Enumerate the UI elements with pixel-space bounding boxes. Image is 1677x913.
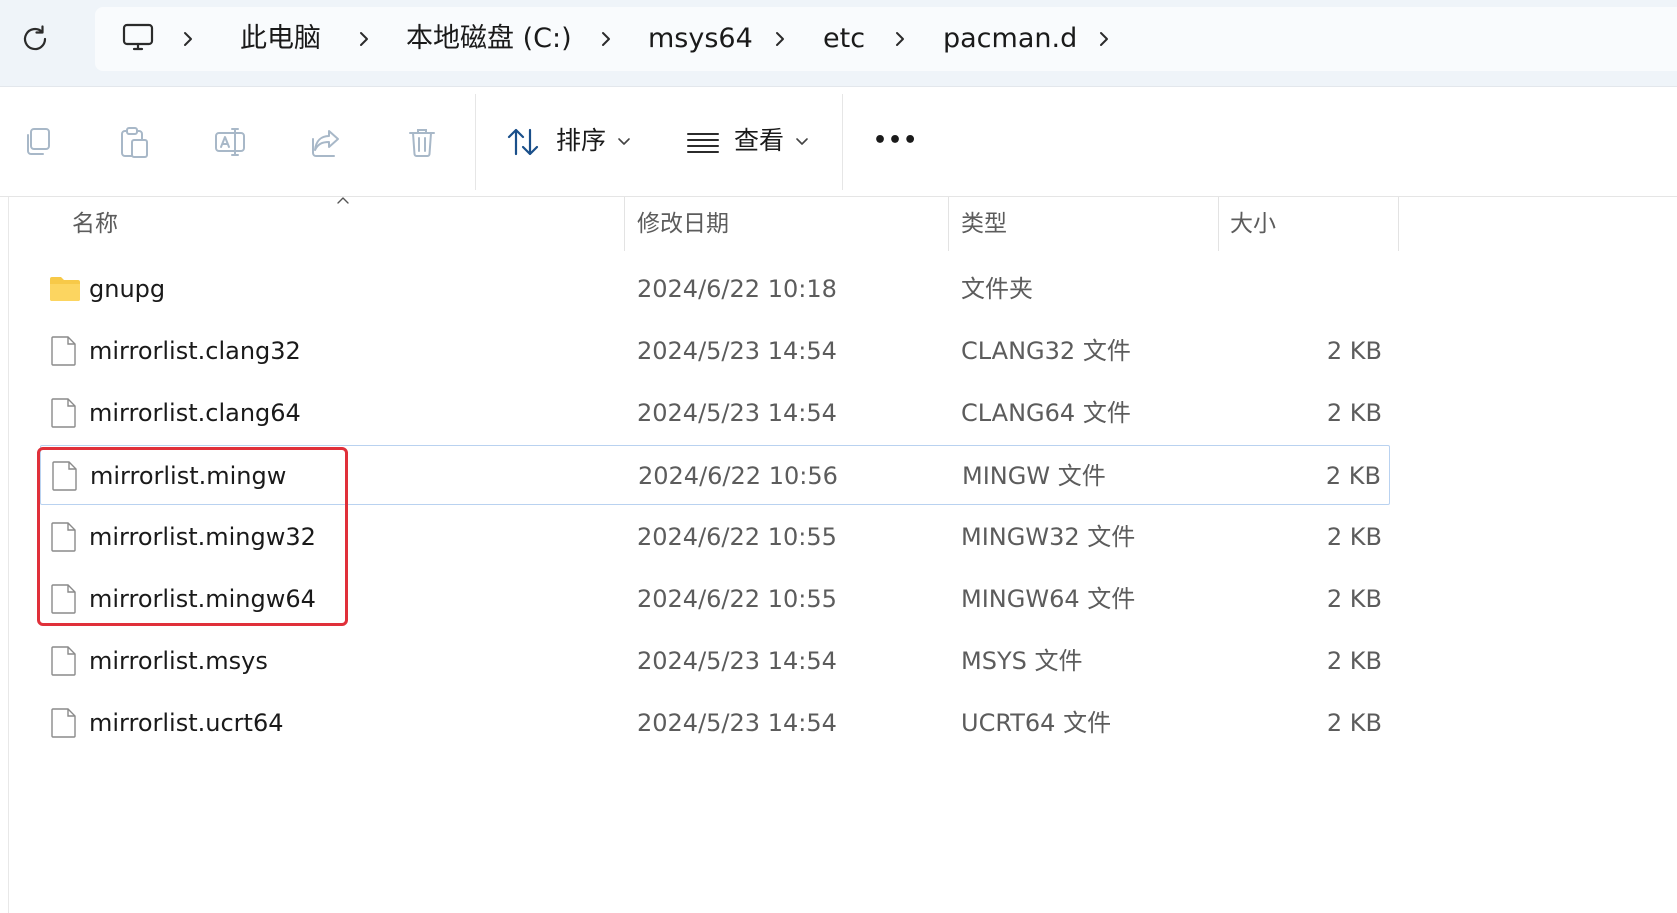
folder-icon — [50, 277, 80, 301]
column-header-date[interactable]: 修改日期 — [637, 197, 729, 251]
breadcrumb-local-disk[interactable]: 本地磁盘 (C:) — [406, 7, 572, 71]
file-size: 2 KB — [1326, 585, 1382, 613]
file-icon — [51, 522, 76, 552]
file-icon — [52, 461, 77, 491]
paste-icon[interactable] — [117, 125, 151, 159]
file-size: 2 KB — [1325, 462, 1381, 490]
sort-icon[interactable] — [506, 125, 540, 159]
this-pc-icon[interactable] — [121, 21, 155, 55]
file-type: CLANG64 文件 — [961, 399, 1131, 427]
file-icon — [51, 584, 76, 614]
share-icon[interactable] — [309, 125, 343, 159]
file-icon — [51, 646, 76, 676]
chevron-down-icon[interactable] — [795, 136, 809, 146]
address-bar: 此电脑 本地磁盘 (C:) msys64 etc pacman.d — [0, 0, 1677, 87]
list-item[interactable]: mirrorlist.ucrt64 2024/5/23 14:54 UCRT64… — [40, 693, 1390, 753]
file-icon — [51, 708, 76, 738]
more-options-button[interactable]: ••• — [873, 123, 918, 159]
file-date: 2024/5/23 14:54 — [637, 399, 837, 427]
list-item[interactable]: mirrorlist.mingw32 2024/6/22 10:55 MINGW… — [40, 507, 1390, 567]
column-resizer[interactable] — [624, 197, 625, 251]
list-item[interactable]: gnupg 2024/6/22 10:18 文件夹 — [40, 259, 1390, 319]
file-size: 2 KB — [1326, 647, 1382, 675]
file-type: CLANG32 文件 — [961, 337, 1131, 365]
file-type: MSYS 文件 — [961, 647, 1083, 675]
delete-icon[interactable] — [405, 125, 439, 159]
file-size: 2 KB — [1326, 337, 1382, 365]
copy-icon[interactable] — [22, 125, 56, 159]
view-icon[interactable] — [686, 125, 720, 159]
toolbar-divider — [842, 94, 843, 190]
breadcrumb-pacman-d[interactable]: pacman.d — [943, 7, 1077, 71]
file-size: 2 KB — [1326, 709, 1382, 737]
file-date: 2024/5/23 14:54 — [637, 647, 837, 675]
refresh-icon[interactable] — [18, 22, 52, 56]
file-name[interactable]: mirrorlist.ucrt64 — [89, 693, 283, 753]
file-size: 2 KB — [1326, 399, 1382, 427]
list-item[interactable]: mirrorlist.clang64 2024/5/23 14:54 CLANG… — [40, 383, 1390, 443]
column-header-size[interactable]: 大小 — [1230, 197, 1276, 251]
file-size: 2 KB — [1326, 523, 1382, 551]
file-date: 2024/6/22 10:55 — [637, 585, 837, 613]
chevron-right-icon[interactable] — [1095, 30, 1113, 48]
file-date: 2024/5/23 14:54 — [637, 709, 837, 737]
column-header-type[interactable]: 类型 — [961, 197, 1007, 251]
column-resizer[interactable] — [948, 197, 949, 251]
column-resizer[interactable] — [1398, 197, 1399, 251]
file-type: MINGW32 文件 — [961, 523, 1136, 551]
file-name[interactable]: mirrorlist.mingw32 — [89, 507, 316, 567]
file-name[interactable]: mirrorlist.msys — [89, 631, 268, 691]
chevron-down-icon[interactable] — [617, 136, 631, 146]
breadcrumb-this-pc[interactable]: 此电脑 — [240, 7, 321, 71]
file-name[interactable]: mirrorlist.clang64 — [89, 383, 301, 443]
list-item[interactable]: mirrorlist.msys 2024/5/23 14:54 MSYS 文件 … — [40, 631, 1390, 691]
toolbar-divider — [475, 94, 476, 190]
breadcrumb-etc[interactable]: etc — [823, 7, 865, 71]
file-type: UCRT64 文件 — [961, 709, 1112, 737]
view-button[interactable]: 查看 — [734, 123, 784, 159]
file-type: MINGW 文件 — [962, 462, 1106, 490]
rename-icon[interactable] — [213, 125, 247, 159]
file-type: MINGW64 文件 — [961, 585, 1136, 613]
file-list: 名称 修改日期 类型 大小 gnupg 2024/6/22 10:18 文件夹 … — [0, 197, 1677, 913]
chevron-right-icon[interactable] — [179, 30, 197, 48]
file-name[interactable]: mirrorlist.clang32 — [89, 321, 301, 381]
command-bar: 排序 查看 ••• — [0, 87, 1677, 197]
list-item[interactable]: mirrorlist.mingw 2024/6/22 10:56 MINGW 文… — [40, 445, 1390, 505]
file-icon — [51, 398, 76, 428]
file-type: 文件夹 — [961, 275, 1033, 303]
file-name[interactable]: mirrorlist.mingw64 — [89, 569, 316, 629]
list-item[interactable]: mirrorlist.clang32 2024/5/23 14:54 CLANG… — [40, 321, 1390, 381]
chevron-right-icon[interactable] — [597, 30, 615, 48]
column-resizer[interactable] — [1218, 197, 1219, 251]
list-item[interactable]: mirrorlist.mingw64 2024/6/22 10:55 MINGW… — [40, 569, 1390, 629]
chevron-right-icon[interactable] — [355, 30, 373, 48]
file-date: 2024/6/22 10:56 — [638, 462, 838, 490]
file-name[interactable]: mirrorlist.mingw — [90, 446, 286, 506]
file-date: 2024/6/22 10:18 — [637, 275, 837, 303]
file-icon — [51, 336, 76, 366]
file-name[interactable]: gnupg — [89, 259, 165, 319]
column-header-name[interactable]: 名称 — [72, 197, 118, 251]
file-date: 2024/5/23 14:54 — [637, 337, 837, 365]
sort-ascending-icon — [337, 197, 349, 204]
breadcrumb-msys64[interactable]: msys64 — [648, 7, 753, 71]
sort-button[interactable]: 排序 — [556, 123, 606, 159]
chevron-right-icon[interactable] — [771, 30, 789, 48]
chevron-right-icon[interactable] — [891, 30, 909, 48]
file-date: 2024/6/22 10:55 — [637, 523, 837, 551]
breadcrumb[interactable]: 此电脑 本地磁盘 (C:) msys64 etc pacman.d — [95, 7, 1677, 71]
